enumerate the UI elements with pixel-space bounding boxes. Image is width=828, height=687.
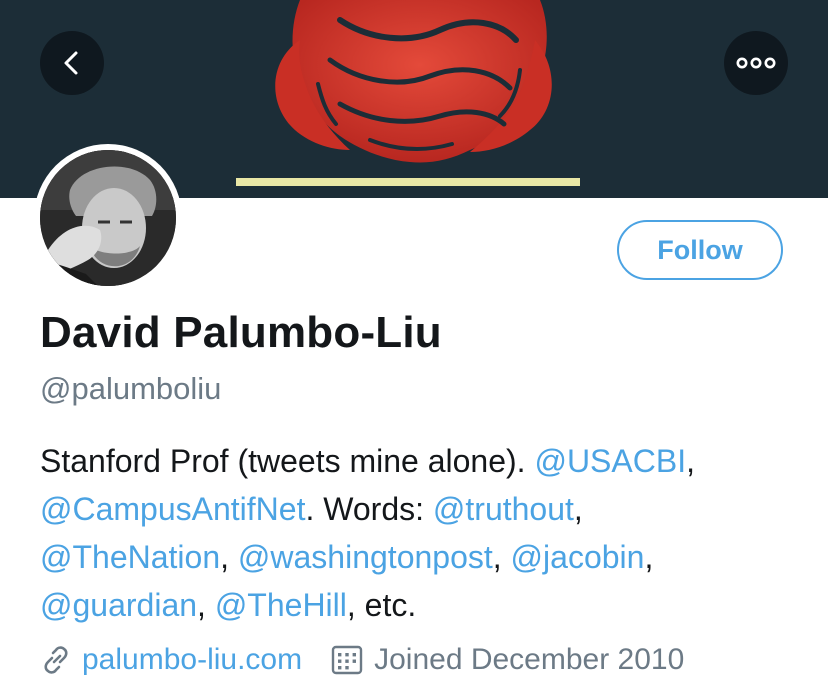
bio-line: @CampusAntifNet. Words: @truthout,: [40, 485, 800, 533]
bio-text: , etc.: [346, 587, 417, 623]
avatar-frame[interactable]: [34, 144, 182, 292]
profile-meta: palumbo-liu.com Joined December 2010: [40, 636, 684, 684]
bio-text: ,: [220, 539, 238, 575]
more-horizontal-icon: [736, 57, 776, 69]
profile-page: Follow David Palumbo-Liu @palumboliu Sta…: [0, 0, 828, 687]
chevron-left-icon: [64, 51, 78, 75]
bio-text: ,: [644, 539, 654, 575]
joined-info: Joined December 2010: [330, 643, 684, 677]
joined-date: Joined December 2010: [374, 643, 685, 676]
display-name: David Palumbo-Liu: [40, 308, 442, 357]
mention-link[interactable]: @TheNation: [40, 539, 220, 575]
bio-text: ,: [686, 443, 695, 479]
mention-link[interactable]: @guardian: [40, 587, 197, 623]
mention-link[interactable]: @USACBI: [534, 443, 686, 479]
mention-link[interactable]: @CampusAntifNet: [40, 491, 305, 527]
bio-line: @TheNation, @washingtonpost, @jacobin,: [40, 533, 800, 581]
bio-text: ,: [492, 539, 511, 575]
bio-text: ,: [197, 587, 215, 623]
mention-link[interactable]: @TheHill: [215, 587, 347, 623]
bio-text: ,: [573, 491, 583, 527]
user-handle: @palumboliu: [40, 371, 222, 406]
mention-link[interactable]: @washingtonpost: [238, 539, 493, 575]
profile-bio: Stanford Prof (tweets mine alone). @USAC…: [40, 437, 800, 629]
bio-line: Stanford Prof (tweets mine alone). @USAC…: [40, 437, 800, 485]
bio-text: . Words:: [305, 491, 433, 527]
website-link[interactable]: palumbo-liu.com: [82, 643, 302, 677]
bio-line: @guardian, @TheHill, etc.: [40, 581, 800, 629]
mention-link[interactable]: @jacobin: [511, 539, 645, 575]
bio-text: Stanford Prof (tweets mine alone).: [40, 443, 535, 479]
avatar-photo: [40, 150, 176, 286]
calendar-icon: [330, 643, 364, 677]
back-button[interactable]: [40, 31, 104, 95]
mention-link[interactable]: @truthout: [433, 491, 574, 527]
more-options-button[interactable]: [724, 31, 788, 95]
link-icon: [40, 644, 72, 676]
avatar: [40, 150, 176, 286]
follow-button[interactable]: Follow: [617, 220, 783, 280]
